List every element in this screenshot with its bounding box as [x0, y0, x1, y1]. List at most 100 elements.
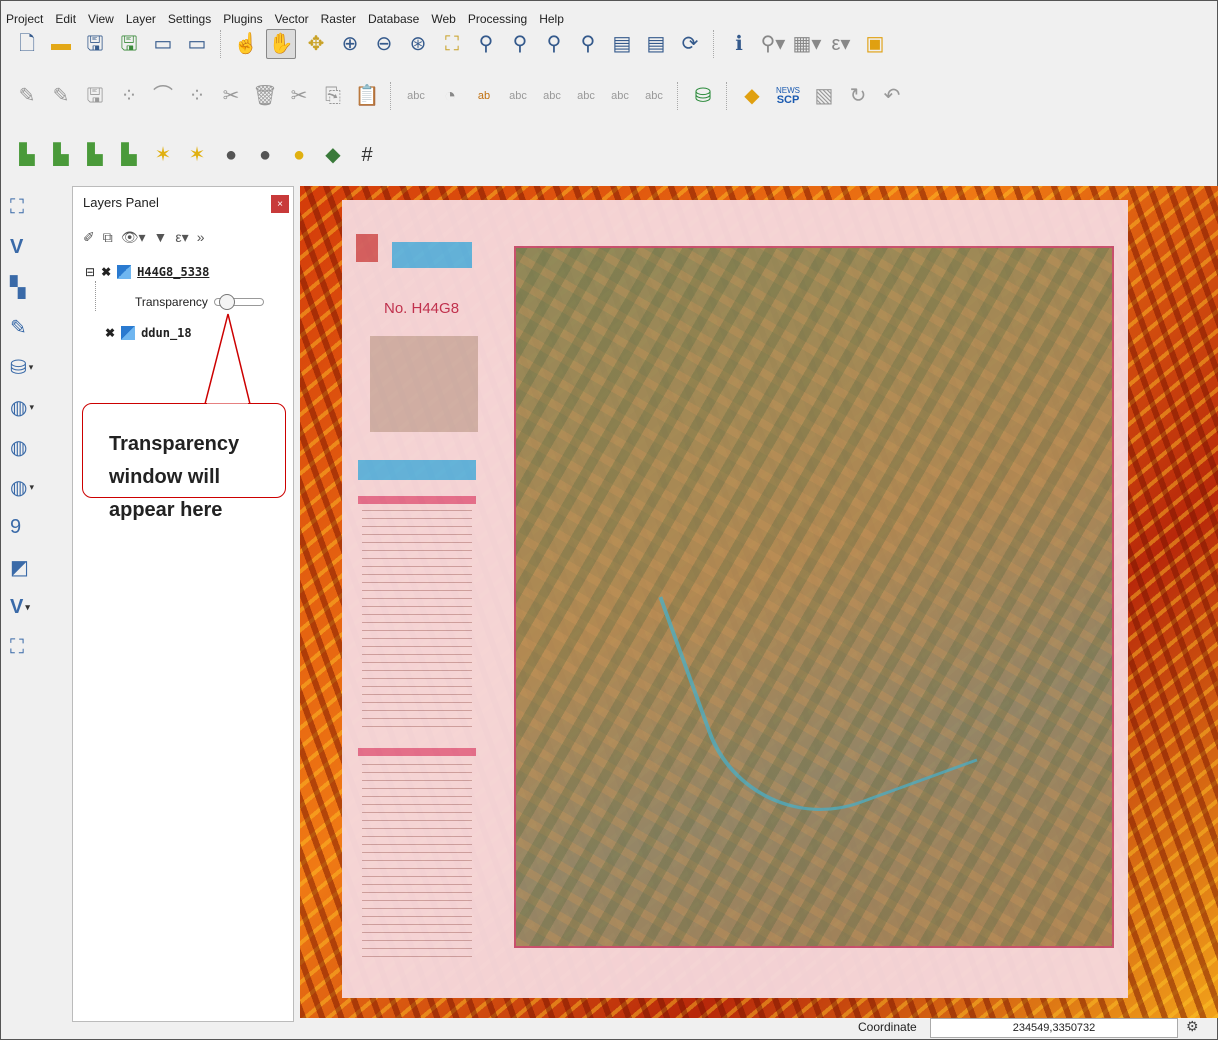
save-icon[interactable]: 🖫 — [81, 30, 109, 58]
measure-icon[interactable]: ▣ — [861, 30, 889, 58]
zoom-native-icon[interactable]: ⚲ — [506, 30, 534, 58]
zoom-in-icon[interactable]: ⊕ — [336, 30, 364, 58]
add-ring-icon[interactable]: ⁘ — [183, 82, 211, 110]
select-features-icon[interactable]: ⚲▾ — [759, 30, 787, 58]
save-edits-icon[interactable]: 🖫 — [81, 82, 109, 110]
add-raster-layer-icon[interactable]: ▚ — [10, 270, 50, 304]
change-label-icon[interactable]: abc — [640, 82, 668, 110]
new-print-layout-icon[interactable]: ▭ — [149, 30, 177, 58]
add-wcs-layer-icon[interactable]: ◍ — [10, 430, 50, 464]
transparency-slider[interactable] — [213, 294, 264, 310]
add-feature-icon[interactable]: ⁘ — [115, 82, 143, 110]
layer-name: H44G8_5338 — [137, 265, 210, 279]
add-xyz-layer-icon[interactable]: ⛶ — [10, 630, 50, 664]
close-panel-button[interactable]: × — [271, 195, 289, 213]
toolbar-separator — [713, 30, 716, 58]
new-shapefile-layer-icon[interactable]: V ▾ — [10, 590, 50, 624]
add-wms-icon[interactable]: ⛶ — [10, 190, 50, 224]
paste-features-icon[interactable]: 📋 — [353, 82, 381, 110]
pin-labels-icon[interactable]: abc — [504, 82, 532, 110]
layer-labeling-icon[interactable]: ab — [470, 82, 498, 110]
toggle-editing-icon[interactable]: ✎ — [47, 82, 75, 110]
pan-to-selection-icon[interactable]: ✥ — [302, 30, 330, 58]
river-feature — [658, 514, 978, 845]
layer-item[interactable]: ⊟ ✖ H44G8_5338 — [85, 265, 209, 279]
new-virtual-layer-icon[interactable]: ● — [251, 141, 279, 169]
add-vector-layer-icon[interactable]: V — [10, 230, 50, 264]
scp-icon[interactable]: NEWS SCP — [772, 82, 804, 110]
scp-redo-icon[interactable]: ↶ — [878, 82, 906, 110]
expand-more-icon[interactable]: » — [197, 229, 205, 246]
new-bookmark-icon[interactable]: ▤ — [608, 30, 636, 58]
show-bookmarks-icon[interactable]: ▤ — [642, 30, 670, 58]
zoom-out-icon[interactable]: ⊖ — [370, 30, 398, 58]
scp-bottom-label: SCP — [776, 93, 800, 106]
coordinate-label: Coordinate — [858, 1020, 917, 1034]
cut-features-icon[interactable]: ✂ — [285, 82, 313, 110]
touch-zoom-icon[interactable]: ☝ — [232, 30, 260, 58]
legend-footer-bar — [358, 748, 476, 756]
manage-visibility-icon[interactable]: 👁▾ — [121, 229, 146, 246]
layer-visibility-checkbox[interactable]: ✖ — [105, 326, 115, 340]
add-virtual-layer-icon[interactable]: ◩ — [10, 550, 50, 584]
zoom-last-icon[interactable]: ⚲ — [540, 30, 568, 58]
copy-features-icon[interactable]: ⎘ — [319, 82, 347, 110]
new-spatialite-icon[interactable]: ✶ — [149, 141, 177, 169]
add-delimited-text-icon[interactable]: ● — [285, 141, 313, 169]
filter-expression-icon[interactable]: ε▾ — [175, 229, 188, 246]
vertex-tool-icon[interactable]: ✂ — [217, 82, 245, 110]
raster-layer-icon — [117, 265, 132, 279]
transparency-slider-knob[interactable] — [218, 294, 235, 310]
grid-icon[interactable]: # — [353, 141, 381, 169]
status-bar: Coordinate 234549,3350732 ⚙ — [0, 1018, 1218, 1040]
delete-selected-icon[interactable]: 🗑 — [251, 82, 279, 110]
open-icon[interactable]: ▬ — [47, 30, 75, 58]
save-as-icon[interactable]: 🖫 — [115, 30, 143, 58]
diagram-icon[interactable]: ◔ — [436, 82, 464, 110]
map-canvas[interactable]: No. H44G8 — [300, 186, 1218, 1018]
scp-undo-icon[interactable]: ↻ — [844, 82, 872, 110]
scp-band-icon[interactable]: ▧ — [810, 82, 838, 110]
add-spatialite-layer-icon[interactable]: ◍ ▾ — [10, 390, 50, 424]
select-by-value-icon[interactable]: ▦▾ — [793, 30, 822, 58]
move-label-icon[interactable]: abc — [572, 82, 600, 110]
add-circular-string-icon[interactable]: ⌒ — [149, 82, 177, 110]
new-geopackage-icon[interactable]: ✶ — [183, 141, 211, 169]
style-icon[interactable]: ✐ — [83, 229, 95, 246]
add-wfs-layer-icon[interactable]: ◍ ▾ — [10, 470, 50, 504]
raster-band-2-icon[interactable]: ▙ — [47, 141, 75, 169]
new-temp-layer-icon[interactable]: ● — [217, 141, 245, 169]
python-console-icon[interactable]: ◆ — [738, 82, 766, 110]
collapse-icon[interactable]: ⊟ — [85, 265, 95, 279]
label-icon[interactable]: abc — [402, 82, 430, 110]
add-group-icon[interactable]: ⧉ — [103, 229, 113, 246]
zoom-next-icon[interactable]: ⚲ — [574, 30, 602, 58]
raster-band-3-icon[interactable]: ▙ — [81, 141, 109, 169]
refresh-icon[interactable]: ⟳ — [676, 30, 704, 58]
pan-icon[interactable]: ✋ — [266, 29, 296, 59]
deselect-icon[interactable]: ε▾ — [827, 30, 855, 58]
raster-band-1-icon[interactable]: ▙ — [13, 141, 41, 169]
georeferencer-icon[interactable]: ◆ — [319, 141, 347, 169]
layer-visibility-checkbox[interactable]: ✖ — [101, 265, 111, 279]
zoom-to-selection-icon[interactable]: ⛶ — [438, 30, 466, 58]
rotate-label-icon[interactable]: abc — [606, 82, 634, 110]
db-manager-icon[interactable]: ⛁ — [689, 82, 717, 110]
filter-legend-icon[interactable]: ▼ — [154, 229, 168, 246]
zoom-full-icon[interactable]: ⊛ — [404, 30, 432, 58]
side-toolbar: ⛶ V ▚ ✎ ⛁ ▾ ◍ ▾ ◍ ◍ ▾ 9 ◩ V ▾ ⛶ — [10, 190, 58, 670]
layout-manager-icon[interactable]: ▭ — [183, 30, 211, 58]
callout-line-3: appear here — [109, 499, 223, 521]
identify-icon[interactable]: ℹ — [725, 30, 753, 58]
add-delimited-layer-icon[interactable]: 9 — [10, 510, 50, 544]
add-postgis-layer-icon[interactable]: ⛁ ▾ — [10, 350, 50, 384]
show-hide-labels-icon[interactable]: abc — [538, 82, 566, 110]
raster-band-4-icon[interactable]: ▙ — [115, 141, 143, 169]
crs-icon[interactable]: ⚙ — [1186, 1018, 1199, 1035]
current-edits-icon[interactable]: ✎ — [13, 82, 41, 110]
coordinate-field[interactable]: 234549,3350732 — [930, 1018, 1178, 1038]
add-mesh-layer-icon[interactable]: ✎ — [10, 310, 50, 344]
layer-item[interactable]: ✖ ddun_18 — [85, 326, 192, 340]
zoom-to-layer-icon[interactable]: ⚲ — [472, 30, 500, 58]
new-project-icon[interactable]: 🗋 — [13, 30, 41, 58]
